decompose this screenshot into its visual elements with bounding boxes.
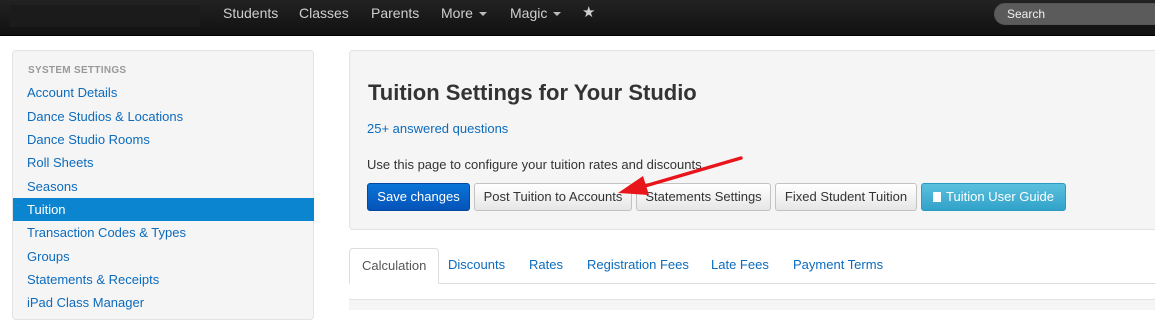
tab-calculation[interactable]: Calculation bbox=[349, 248, 440, 284]
sidebar-item-statements-receipts[interactable]: Statements & Receipts bbox=[13, 268, 314, 291]
page-description: Use this page to configure your tuition … bbox=[367, 157, 706, 172]
sidebar-item-groups[interactable]: Groups bbox=[13, 245, 314, 268]
sidebar-item-roll-sheets[interactable]: Roll Sheets bbox=[13, 151, 314, 174]
sidebar-item-ipad-class-manager[interactable]: iPad Class Manager bbox=[13, 291, 314, 314]
tab-discounts[interactable]: Discounts bbox=[436, 248, 517, 284]
search-input[interactable] bbox=[994, 3, 1155, 25]
top-navbar: Students Classes Parents More Magic ★ bbox=[0, 0, 1155, 36]
chevron-down-icon bbox=[553, 12, 562, 17]
settings-sidebar: SYSTEM SETTINGS Account Details Dance St… bbox=[12, 50, 314, 320]
fixed-student-tuition-button[interactable]: Fixed Student Tuition bbox=[775, 183, 917, 211]
nav-classes[interactable]: Classes bbox=[299, 0, 349, 26]
chevron-down-icon bbox=[478, 12, 487, 17]
nav-students[interactable]: Students bbox=[223, 0, 278, 26]
sidebar-item-tuition[interactable]: Tuition bbox=[13, 198, 314, 221]
save-changes-button[interactable]: Save changes bbox=[367, 183, 470, 211]
nav-more-label: More bbox=[441, 5, 473, 21]
tab-payment-terms[interactable]: Payment Terms bbox=[781, 248, 895, 284]
nav-more[interactable]: More bbox=[441, 0, 487, 26]
tab-rates[interactable]: Rates bbox=[517, 248, 575, 284]
brand-logo[interactable] bbox=[10, 5, 200, 27]
tab-registration-fees[interactable]: Registration Fees bbox=[575, 248, 701, 284]
star-icon[interactable]: ★ bbox=[582, 0, 595, 26]
nav-magic-label: Magic bbox=[510, 5, 548, 21]
post-tuition-button[interactable]: Post Tuition to Accounts bbox=[474, 183, 632, 211]
faq-link[interactable]: 25+ answered questions bbox=[367, 121, 508, 136]
sidebar-item-seasons[interactable]: Seasons bbox=[13, 175, 314, 198]
nav-parents[interactable]: Parents bbox=[371, 0, 419, 26]
sidebar-item-dance-studio-rooms[interactable]: Dance Studio Rooms bbox=[13, 128, 314, 151]
sidebar-item-transaction-codes-types[interactable]: Transaction Codes & Types bbox=[13, 221, 314, 244]
page-title: Tuition Settings for Your Studio bbox=[368, 80, 697, 105]
tuition-user-guide-button[interactable]: Tuition User Guide bbox=[921, 183, 1066, 211]
tuition-user-guide-label: Tuition User Guide bbox=[946, 189, 1054, 204]
sidebar-header: SYSTEM SETTINGS bbox=[28, 65, 127, 76]
tab-late-fees[interactable]: Late Fees bbox=[699, 248, 781, 284]
book-icon bbox=[933, 192, 942, 202]
sidebar-item-account-details[interactable]: Account Details bbox=[13, 81, 314, 104]
statements-settings-button[interactable]: Statements Settings bbox=[636, 183, 771, 211]
sidebar-item-dance-studios-locations[interactable]: Dance Studios & Locations bbox=[13, 105, 314, 128]
nav-magic[interactable]: Magic bbox=[510, 0, 562, 26]
